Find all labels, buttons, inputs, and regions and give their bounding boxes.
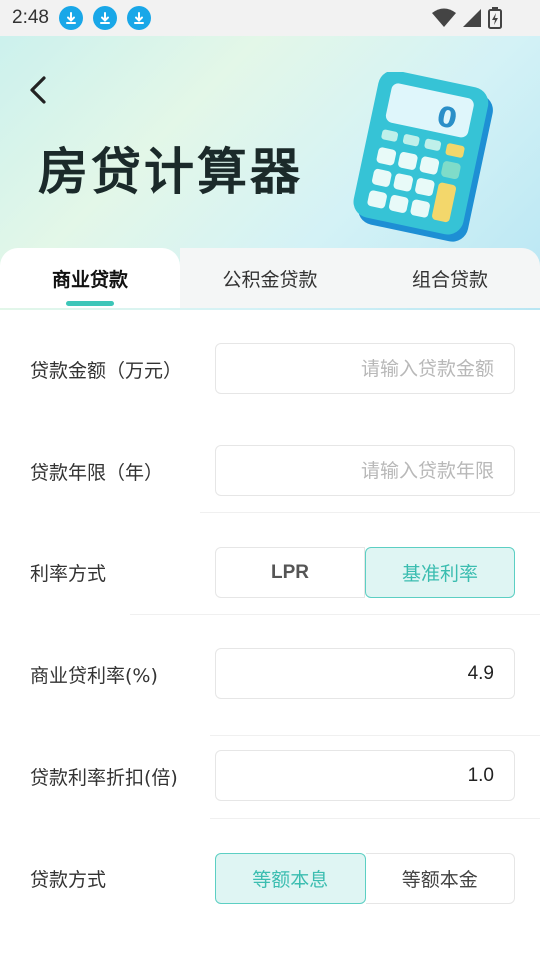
tab-label: 组合贷款 (411, 268, 488, 291)
status-time: 2:48 (12, 7, 49, 28)
tab-provident-fund-loan[interactable]: 公积金贷款 (180, 248, 360, 308)
chevron-left-icon (30, 76, 46, 104)
repay-option-equal-principal[interactable]: 等额本金 (365, 853, 515, 904)
commercial-rate-label: 商业贷利率(%) (30, 664, 158, 687)
loan-years-label: 贷款年限（年） (30, 461, 164, 484)
battery-icon (488, 7, 502, 29)
rate-discount-label: 贷款利率折扣(倍) (30, 766, 178, 789)
commercial-rate-value: 4.9 (467, 662, 494, 684)
rate-option-benchmark[interactable]: 基准利率 (365, 547, 515, 598)
repay-method-selector: 等额本息 等额本金 (215, 853, 515, 904)
rate-option-lpr[interactable]: LPR (215, 547, 365, 598)
active-tab-indicator (66, 301, 114, 306)
rate-method-selector: LPR 基准利率 (215, 547, 515, 598)
commercial-rate-field[interactable]: 4.9 (215, 648, 515, 699)
signal-icon (463, 9, 481, 27)
page-title: 房贷计算器 (38, 143, 303, 201)
rate-discount-field[interactable]: 1.0 (215, 750, 515, 801)
loan-amount-field[interactable] (215, 343, 515, 394)
download-icon (126, 6, 151, 30)
rate-method-row: 利率方式 LPR 基准利率 (0, 521, 540, 623)
repay-method-row: 贷款方式 等额本息 等额本金 (0, 827, 540, 929)
loan-years-input[interactable] (236, 459, 494, 482)
commercial-rate-row: 商业贷利率(%) 4.9 (0, 623, 540, 725)
loan-amount-row: 贷款金额（万元） (0, 318, 540, 420)
tab-combined-loan[interactable]: 组合贷款 (360, 248, 540, 308)
loan-type-tabs: 商业贷款 公积金贷款 组合贷款 (0, 248, 540, 308)
rate-discount-row: 贷款利率折扣(倍) 1.0 (0, 725, 540, 827)
tab-label: 商业贷款 (51, 268, 128, 291)
status-bar: 2:48 (0, 0, 540, 36)
repay-option-equal-installment[interactable]: 等额本息 (215, 853, 366, 904)
rate-method-label: 利率方式 (30, 562, 107, 585)
tab-commercial-loan[interactable]: 商业贷款 (0, 248, 180, 308)
status-icons (432, 7, 502, 29)
divider (130, 614, 540, 615)
divider (210, 818, 540, 819)
rate-discount-value: 1.0 (467, 764, 494, 786)
download-icon (92, 6, 117, 30)
loan-amount-input[interactable] (236, 357, 494, 380)
repay-method-label: 贷款方式 (30, 868, 107, 891)
calculator-illustration: 0 (353, 72, 493, 242)
download-icon (58, 6, 83, 30)
loan-years-field[interactable] (215, 445, 515, 496)
tab-label: 公积金贷款 (222, 268, 318, 291)
back-button[interactable] (22, 72, 58, 108)
loan-years-row: 贷款年限（年） (0, 420, 540, 522)
wifi-icon (432, 8, 456, 27)
loan-amount-label: 贷款金额（万元） (30, 359, 183, 382)
divider (200, 512, 540, 513)
